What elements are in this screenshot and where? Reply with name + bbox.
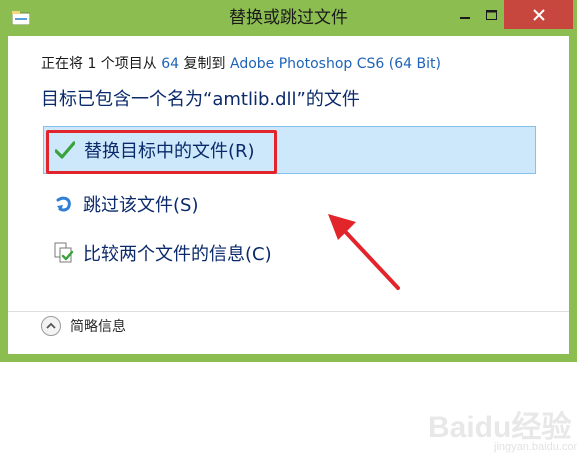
close-icon bbox=[532, 8, 545, 21]
copy-progress-description: 正在将 1 个项目从 64 复制到 Adobe Photoshop CS6 (6… bbox=[41, 53, 441, 73]
chevron-up-icon bbox=[41, 316, 61, 336]
dialog-content: 正在将 1 个项目从 64 复制到 Adobe Photoshop CS6 (6… bbox=[8, 36, 569, 354]
fewer-details-label: 简略信息 bbox=[70, 319, 126, 335]
footer-divider bbox=[8, 311, 569, 312]
annotation-arrow-icon bbox=[328, 214, 400, 290]
minimize-button[interactable] bbox=[452, 0, 478, 29]
compare-files-option[interactable]: 比较两个文件的信息(C) bbox=[43, 229, 536, 277]
baidu-jingyan-watermark: Baidu经验 bbox=[428, 411, 572, 444]
watermark-url: jingyan.baidu.com bbox=[494, 441, 577, 453]
annotation-highlight-box bbox=[46, 130, 277, 174]
title-bar[interactable]: 替换或跳过文件 bbox=[0, 0, 577, 36]
description-prefix: 正在将 1 个项目从 bbox=[41, 56, 162, 72]
compare-files-icon bbox=[53, 242, 75, 264]
source-folder-link[interactable]: 64 bbox=[161, 56, 179, 72]
maximize-icon bbox=[485, 9, 497, 20]
skip-file-option[interactable]: 跳过该文件(S) bbox=[43, 180, 536, 228]
minimize-icon bbox=[460, 16, 470, 19]
maximize-button[interactable] bbox=[478, 0, 504, 29]
compare-files-label: 比较两个文件的信息(C) bbox=[83, 244, 272, 265]
close-button[interactable] bbox=[504, 0, 573, 29]
destination-folder-link[interactable]: Adobe Photoshop CS6 (64 Bit) bbox=[230, 56, 441, 72]
description-middle: 复制到 bbox=[179, 56, 230, 72]
fewer-details-toggle[interactable]: 简略信息 bbox=[41, 316, 126, 336]
skip-file-label: 跳过该文件(S) bbox=[83, 195, 199, 216]
replace-or-skip-dialog: 替换或跳过文件 正在将 1 个项目从 64 复制到 Adobe Photosho… bbox=[0, 0, 577, 362]
conflict-headline: 目标已包含一个名为“amtlib.dll”的文件 bbox=[41, 89, 360, 110]
skip-arrow-icon bbox=[53, 193, 75, 215]
